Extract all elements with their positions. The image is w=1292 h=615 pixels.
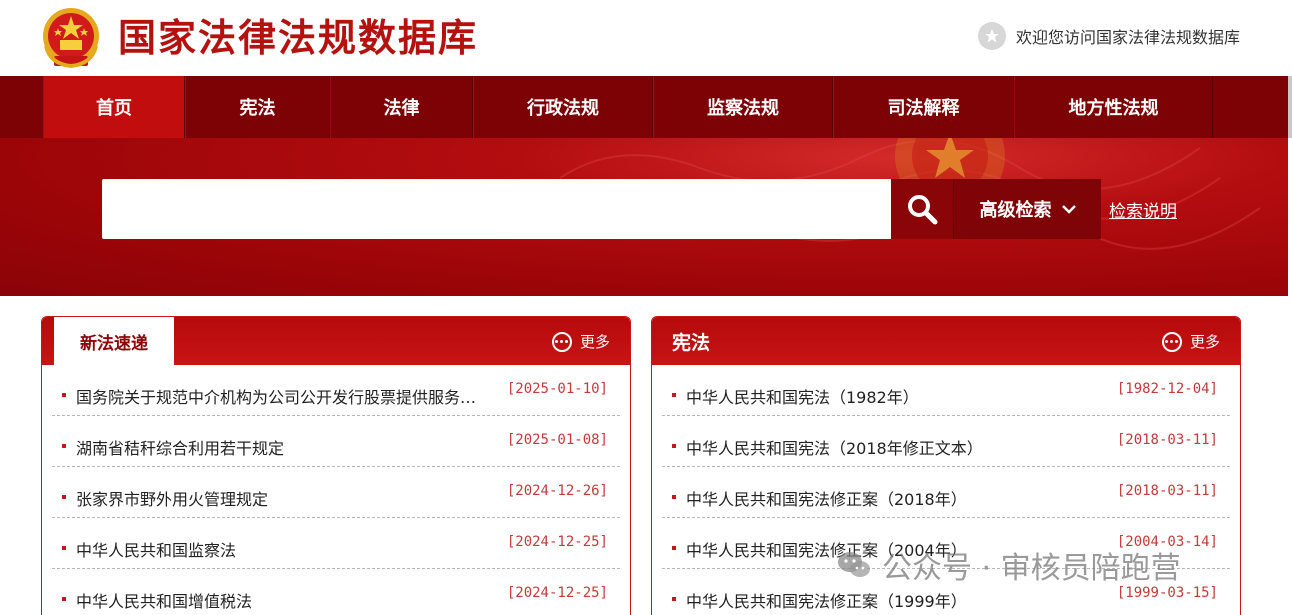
law-title[interactable]: 中华人民共和国监察法 <box>76 537 476 561</box>
bullet-icon <box>672 495 676 499</box>
list-item[interactable]: 中华人民共和国增值税法 [2024-12-25] <box>52 569 620 615</box>
nav-item-home[interactable]: 首页 <box>43 76 185 138</box>
nav-item-local-regulations[interactable]: 地方性法规 <box>1014 76 1213 138</box>
search-icon <box>908 195 938 225</box>
bullet-icon <box>672 597 676 601</box>
law-title[interactable]: 中华人民共和国宪法修正案（2018年） <box>686 486 1086 510</box>
law-title[interactable]: 张家界市野外用火管理规定 <box>76 486 476 510</box>
search-help-link[interactable]: 检索说明 <box>1109 197 1177 222</box>
new-laws-list: 国务院关于规范中介机构为公司公开发行股票提供服务… [2025-01-10] 湖南… <box>52 365 620 615</box>
list-item[interactable]: 中华人民共和国宪法（2018年修正文本） [2018-03-11] <box>662 416 1230 467</box>
list-item[interactable]: 国务院关于规范中介机构为公司公开发行股票提供服务… [2025-01-10] <box>52 365 620 416</box>
more-icon <box>1161 331 1182 352</box>
bullet-icon <box>62 546 66 550</box>
site-header: 国家法律法规数据库 欢迎您访问国家法律法规数据库 <box>0 0 1292 76</box>
law-title[interactable]: 中华人民共和国宪法（2018年修正文本） <box>686 435 1086 459</box>
more-label: 更多 <box>579 333 610 351</box>
search-button[interactable] <box>891 179 953 239</box>
welcome-text: 欢迎您访问国家法律法规数据库 <box>1016 28 1241 47</box>
bullet-icon <box>62 444 66 448</box>
watermark: 公众号 · 审核员陪跑营 <box>836 543 1181 587</box>
list-item[interactable]: 中华人民共和国监察法 [2024-12-25] <box>52 518 620 569</box>
new-laws-panel: 新法速递 更多 国务院关于规范中介机构为公司公开发行股票提供服务… [2025-0… <box>41 316 631 615</box>
advanced-search-label: 高级检索 <box>979 200 1052 221</box>
national-emblem-icon[interactable] <box>40 6 102 70</box>
site-title[interactable]: 国家法律法规数据库 <box>118 13 478 63</box>
chevron-down-icon <box>1061 205 1076 214</box>
law-date: [2025-01-10] <box>506 381 608 397</box>
law-date: [2018-03-11] <box>1116 483 1218 499</box>
search-banner: 高级检索 检索说明 <box>0 138 1288 296</box>
nav-item-constitution[interactable]: 宪法 <box>185 76 330 138</box>
law-title[interactable]: 国务院关于规范中介机构为公司公开发行股票提供服务… <box>76 384 476 408</box>
more-constitution-button[interactable]: 更多 <box>1161 331 1220 352</box>
bullet-icon <box>62 597 66 601</box>
law-date: [2018-03-11] <box>1116 432 1218 448</box>
bullet-icon <box>672 546 676 550</box>
law-date: [1982-12-04] <box>1116 381 1218 397</box>
watermark-text: 公众号 · 审核员陪跑营 <box>882 551 1181 586</box>
nav-item-administrative-regulations[interactable]: 行政法规 <box>473 76 653 138</box>
law-date: [2025-01-08] <box>506 432 608 448</box>
advanced-search-button[interactable]: 高级检索 <box>953 179 1101 239</box>
law-title[interactable]: 湖南省秸秆综合利用若干规定 <box>76 435 476 459</box>
bullet-icon <box>672 393 676 397</box>
search-input[interactable] <box>102 179 891 239</box>
law-title[interactable]: 中华人民共和国宪法（1982年） <box>686 384 1086 408</box>
nav-item-supervisory-regulations[interactable]: 监察法规 <box>653 76 833 138</box>
more-icon <box>551 331 572 352</box>
law-date: [2024-12-25] <box>506 534 608 550</box>
wechat-icon <box>838 552 870 577</box>
star-icon <box>978 22 1006 50</box>
bullet-icon <box>62 495 66 499</box>
law-date: [2024-12-25] <box>506 585 608 601</box>
nav-item-law[interactable]: 法律 <box>330 76 473 138</box>
welcome-message: 欢迎您访问国家法律法规数据库 <box>978 22 1240 50</box>
law-title[interactable]: 中华人民共和国增值税法 <box>76 588 476 612</box>
panel-title-constitution[interactable]: 宪法 <box>672 317 710 365</box>
law-date: [2024-12-26] <box>506 483 608 499</box>
nav-item-judicial-interpretations[interactable]: 司法解释 <box>833 76 1014 138</box>
bullet-icon <box>672 444 676 448</box>
bullet-icon <box>62 393 66 397</box>
law-title[interactable]: 中华人民共和国宪法修正案（1999年） <box>686 588 1086 612</box>
law-date: [1999-03-15] <box>1116 585 1218 601</box>
panel-header: 宪法 更多 <box>652 317 1240 365</box>
list-item[interactable]: 中华人民共和国宪法（1982年） [1982-12-04] <box>662 365 1230 416</box>
more-new-laws-button[interactable]: 更多 <box>551 331 610 352</box>
list-item[interactable]: 湖南省秸秆综合利用若干规定 [2025-01-08] <box>52 416 620 467</box>
tab-new-laws[interactable]: 新法速递 <box>54 317 174 365</box>
more-label: 更多 <box>1189 333 1220 351</box>
panel-header: 新法速递 更多 <box>42 317 630 365</box>
list-item[interactable]: 张家界市野外用火管理规定 [2024-12-26] <box>52 467 620 518</box>
list-item[interactable]: 中华人民共和国宪法修正案（2018年） [2018-03-11] <box>662 467 1230 518</box>
main-nav: 首页 宪法 法律 行政法规 监察法规 司法解释 地方性法规 <box>0 76 1292 138</box>
